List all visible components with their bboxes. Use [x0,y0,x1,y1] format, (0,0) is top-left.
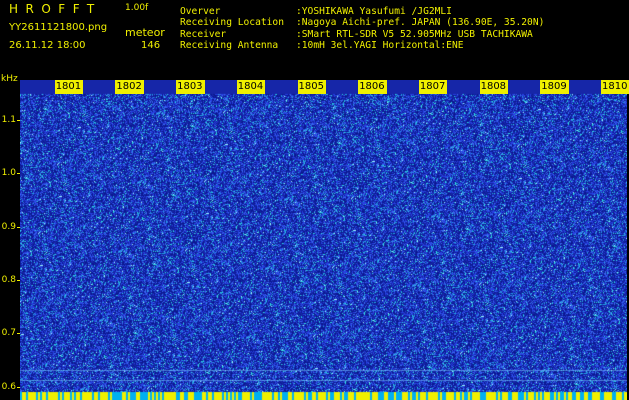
antenna-value: :10mH 3el.YAGI Horizontal:ENE [296,40,464,51]
spectrogram-canvas [20,80,627,400]
file-name: YY2611121800.png [9,22,108,33]
date-time: 26.11.12 18:00 [9,40,86,51]
frequency-tick-label: 0.7 [1,328,16,339]
observer-key: Overver [180,6,221,17]
location-row: Receiving Location :Nagoya Aichi-pref. JA… [180,17,544,28]
frequency-tick-label: 0.6 [1,381,16,392]
meteor-count: 146 [141,40,161,51]
observer-value: :YOSHIKAWA Yasufumi /JG2MLI [296,6,452,17]
location-key: Receiving Location [180,17,284,28]
frequency-tick-label: 0.9 [1,221,16,232]
receiver-value: :SMart RTL-SDR V5 52.905MHz USB TACHIKAW… [296,29,533,40]
frequency-tick-label: 1.0 [1,168,16,179]
location-value: :Nagoya Aichi-pref. JAPAN (136.90E, 35.2… [296,17,545,28]
time-tick-label: 1805 [297,80,326,94]
time-tick-label: 1807 [418,80,448,94]
hrofft-window: HROFFT 1.00f YY2611121800.png meteor 26.… [0,0,629,400]
observer-row: Overver :YOSHIKAWA Yasufumi /JG2MLI [180,6,452,17]
antenna-row: Receiving Antenna :10mH 3el.YAGI Horizont… [180,40,464,51]
time-tick-label: 1803 [176,80,205,94]
app-version: 1.00f [125,3,149,13]
app-title: HROFFT [9,2,102,16]
time-tick-label: 1801 [54,80,84,94]
receiver-row: Receiver :SMart RTL-SDR V5 52.905MHz USB … [180,29,533,40]
time-tick-label: 1804 [236,80,266,94]
receiver-key: Receiver [180,29,227,40]
time-tick-label: 1806 [358,80,387,94]
detect-label: meteor [125,26,165,39]
antenna-key: Receiving Antenna [180,40,279,51]
frequency-tick-label: 0.8 [1,275,16,285]
frequency-unit-label: kHz [1,74,18,84]
frequency-tick-label: 1.1 [1,115,16,125]
time-tick-label: 1810 [601,80,629,94]
time-tick-label: 1802 [115,80,144,94]
time-axis: 1801 1802 1803 1804 1805 1806 1807 1808 1809 1810 [20,80,629,94]
time-tick-label: 1808 [479,80,509,94]
spectrogram-plot [20,80,627,400]
time-tick-label: 1809 [540,80,569,94]
